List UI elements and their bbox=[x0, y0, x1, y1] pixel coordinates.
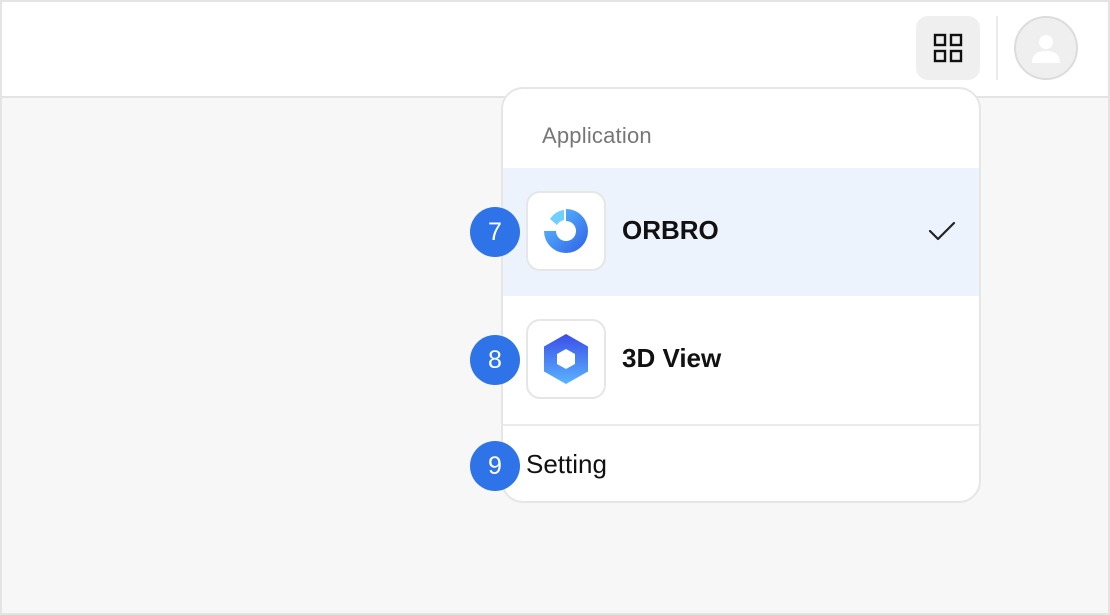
toolbar-divider bbox=[996, 16, 998, 80]
app-switcher-menu: Application ORBRO 3D View Setting bbox=[501, 87, 981, 503]
menu-item-orbro[interactable]: ORBRO bbox=[503, 168, 979, 296]
menu-header: Application bbox=[542, 123, 652, 148]
setting-menu-item[interactable]: Setting bbox=[526, 449, 607, 480]
grid-icon bbox=[933, 33, 963, 63]
app-switcher-button[interactable] bbox=[916, 16, 980, 80]
hexagon-3d-icon bbox=[526, 319, 606, 399]
menu-divider bbox=[503, 424, 979, 426]
annotation-badge-8: 8 bbox=[470, 335, 520, 385]
check-icon bbox=[928, 221, 956, 241]
menu-item-3d-view[interactable]: 3D View bbox=[503, 296, 979, 424]
annotation-badge-7: 7 bbox=[470, 207, 520, 257]
user-icon bbox=[1032, 35, 1060, 63]
orbro-logo-icon bbox=[526, 191, 606, 271]
user-avatar-button[interactable] bbox=[1014, 16, 1078, 80]
annotation-badge-9: 9 bbox=[470, 441, 520, 491]
menu-item-label: ORBRO bbox=[622, 215, 719, 245]
top-bar bbox=[2, 2, 1108, 98]
menu-item-label: 3D View bbox=[622, 343, 722, 373]
